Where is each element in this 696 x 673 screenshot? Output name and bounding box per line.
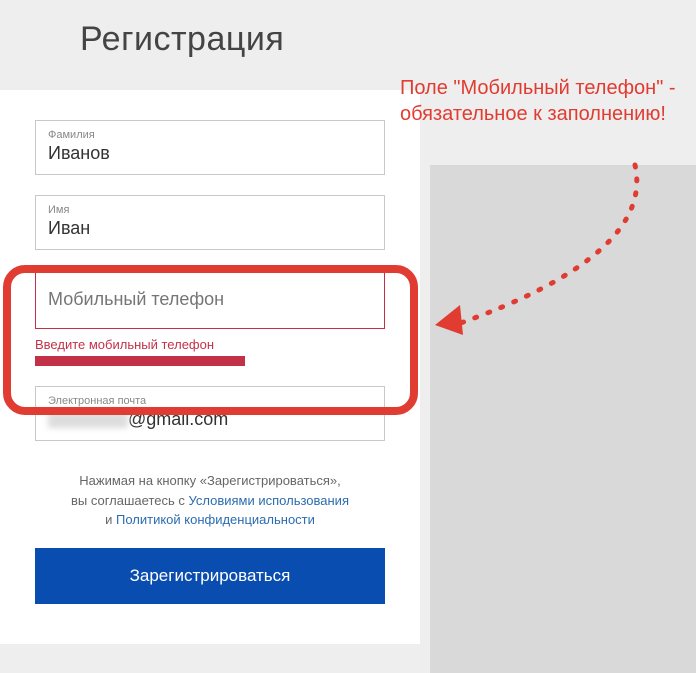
annotation-text: Поле "Мобильный телефон" - обязательное … bbox=[400, 75, 690, 127]
name-input[interactable] bbox=[48, 218, 372, 239]
email-domain: @gmail.com bbox=[128, 409, 228, 429]
phone-input[interactable] bbox=[48, 289, 372, 310]
phone-error: Введите мобильный телефон bbox=[35, 337, 385, 352]
name-field[interactable]: Имя bbox=[35, 195, 385, 250]
email-blurred-part bbox=[48, 412, 128, 428]
terms-link[interactable]: Условиями использования bbox=[189, 493, 350, 508]
surname-field[interactable]: Фамилия bbox=[35, 120, 385, 175]
redacted-bar bbox=[35, 356, 245, 366]
name-label: Имя bbox=[48, 204, 372, 216]
email-field[interactable]: Электронная почта @gmail.com bbox=[35, 386, 385, 441]
phone-field[interactable] bbox=[35, 270, 385, 329]
side-panel bbox=[430, 165, 696, 673]
privacy-link[interactable]: Политикой конфиденциальности bbox=[116, 512, 315, 527]
consent-text: Нажимая на кнопку «Зарегистрироваться», … bbox=[35, 471, 385, 530]
email-input[interactable]: @gmail.com bbox=[48, 409, 372, 430]
surname-input[interactable] bbox=[48, 143, 372, 164]
page-title: Регистрация bbox=[80, 20, 696, 59]
surname-label: Фамилия bbox=[48, 129, 372, 141]
registration-form: Фамилия Имя Введите мобильный телефон Эл… bbox=[0, 90, 420, 644]
register-button[interactable]: Зарегистрироваться bbox=[35, 548, 385, 604]
email-label: Электронная почта bbox=[48, 395, 372, 407]
